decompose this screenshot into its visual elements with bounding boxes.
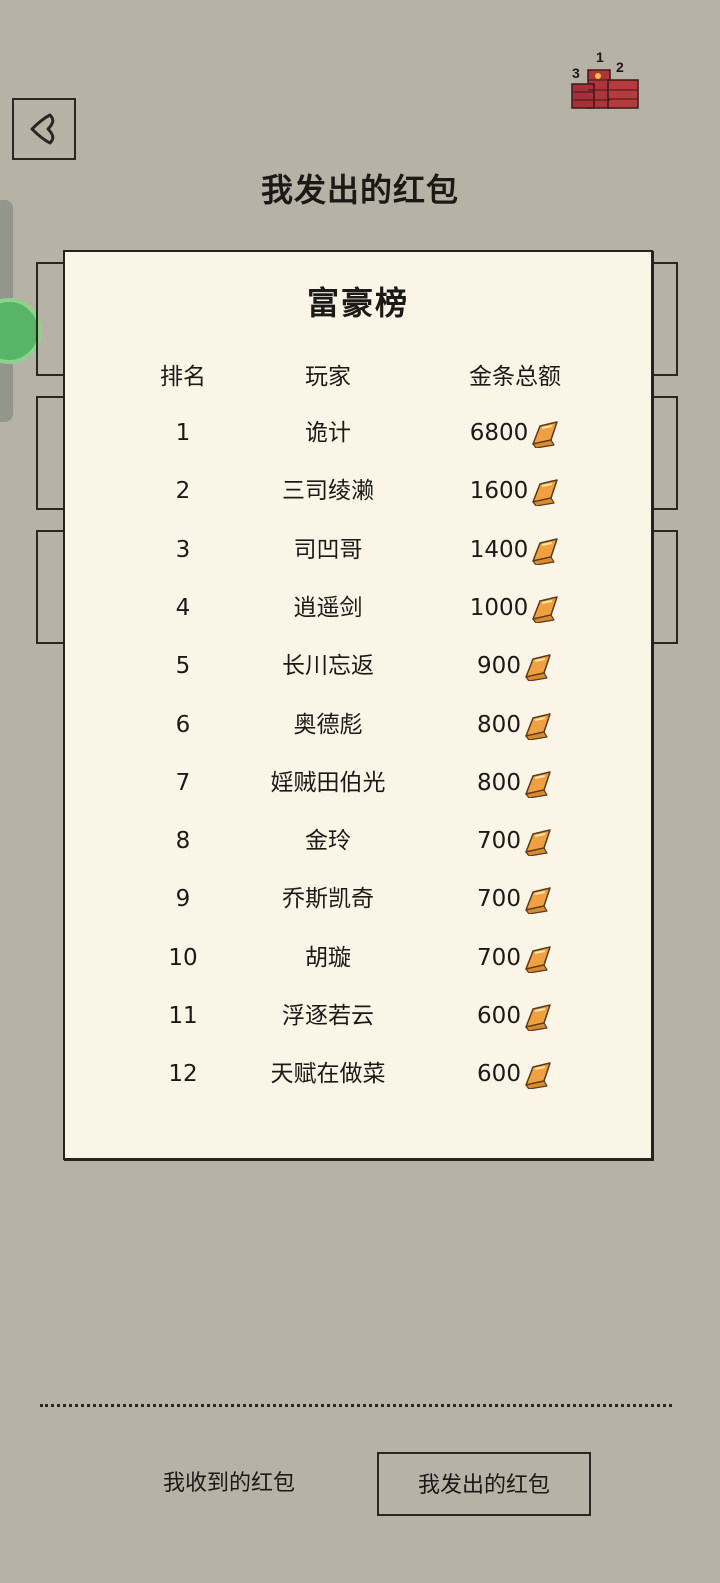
leaderboard-row: 2 三司绫濑 1600 xyxy=(65,471,651,511)
column-header-rank: 排名 xyxy=(160,364,206,390)
column-header-amount: 金条总额 xyxy=(469,364,561,390)
leaderboard-row: 5 长川忘返 900 xyxy=(65,646,651,686)
gold-bar-icon xyxy=(532,421,559,448)
row-rank: 4 xyxy=(175,594,191,621)
row-amount-cell: 1600 xyxy=(445,471,585,511)
row-player-name: 浮逐若云 xyxy=(282,1003,374,1029)
gold-bar-icon xyxy=(525,654,551,682)
row-rank: 5 xyxy=(175,653,191,680)
row-rank: 1 xyxy=(175,420,191,446)
row-rank: 8 xyxy=(175,828,191,855)
leaderboard-row: 1 诡计 6800 xyxy=(65,413,651,453)
row-amount-cell: 700 xyxy=(445,879,585,919)
row-gold-amount: 900 xyxy=(477,653,521,680)
row-gold-amount: 800 xyxy=(477,711,521,738)
leaderboard-row: 9 乔斯凯奇 700 xyxy=(65,879,651,919)
row-amount-cell: 600 xyxy=(445,1054,585,1094)
row-gold-amount: 800 xyxy=(477,769,521,796)
chevron-left-icon xyxy=(30,113,55,145)
gold-bar-icon xyxy=(532,479,559,507)
row-player-name: 胡璇 xyxy=(305,944,351,971)
leaderboard-panel: 富豪榜 排名 玩家 金条总额 1 诡计 6800 2 三司绫濑 1600 3 司凹哥 1400 4… xyxy=(63,250,653,1160)
row-rank: 6 xyxy=(175,711,191,738)
row-gold-amount: 1400 xyxy=(469,536,529,563)
ranking-podium-icon[interactable]: 3 1 2 xyxy=(568,46,650,114)
bottom-divider xyxy=(40,1404,672,1407)
leaderboard-row: 4 逍遥剑 1000 xyxy=(65,588,651,628)
leaderboard-header-row: 排名 玩家 金条总额 xyxy=(65,357,651,397)
row-amount-cell: 900 xyxy=(445,646,585,686)
tab-received-red-packets[interactable]: 我收到的红包 xyxy=(122,1452,336,1516)
row-player-name: 逍遥剑 xyxy=(293,594,363,621)
row-rank: 7 xyxy=(175,769,191,796)
row-rank: 9 xyxy=(175,886,191,913)
row-rank: 11 xyxy=(168,1003,198,1029)
column-header-player: 玩家 xyxy=(305,364,351,390)
floating-badge-label: 4399 xyxy=(0,314,2,348)
row-amount-cell: 6800 xyxy=(445,413,585,453)
row-gold-amount: 700 xyxy=(477,886,521,913)
row-player-name: 诡计 xyxy=(305,420,351,446)
gold-bar-icon xyxy=(525,712,551,740)
row-amount-cell: 1400 xyxy=(445,530,585,570)
row-player-name: 司凹哥 xyxy=(293,536,363,563)
leaderboard-row: 12 天赋在做菜 600 xyxy=(65,1054,651,1094)
row-amount-cell: 700 xyxy=(445,821,585,861)
row-amount-cell: 800 xyxy=(445,705,585,745)
row-gold-amount: 1600 xyxy=(469,478,529,505)
row-player-name: 奥德彪 xyxy=(293,711,363,738)
row-gold-amount: 700 xyxy=(477,828,521,855)
back-button[interactable] xyxy=(12,98,76,160)
page-title: 我发出的红包 xyxy=(260,171,459,209)
gold-bar-icon xyxy=(525,1062,551,1090)
leaderboard-row: 11 浮逐若云 600 xyxy=(65,996,651,1036)
row-rank: 12 xyxy=(168,1061,198,1088)
row-player-name: 三司绫濑 xyxy=(282,478,374,505)
leaderboard-row: 7 婬贼田伯光 800 xyxy=(65,763,651,803)
row-gold-amount: 600 xyxy=(477,1061,521,1088)
leaderboard-row: 6 奥德彪 800 xyxy=(65,705,651,745)
row-player-name: 长川忘返 xyxy=(282,653,374,680)
gold-bar-icon xyxy=(525,1004,551,1031)
row-gold-amount: 1000 xyxy=(469,594,529,621)
row-gold-amount: 6800 xyxy=(469,420,529,446)
gold-bar-icon xyxy=(525,829,551,857)
gold-bar-icon xyxy=(532,596,559,623)
leaderboard-row: 3 司凹哥 1400 xyxy=(65,530,651,570)
gold-bar-icon xyxy=(525,945,551,973)
row-amount-cell: 600 xyxy=(445,996,585,1036)
gold-bar-icon xyxy=(532,537,559,565)
leaderboard-row: 8 金玲 700 xyxy=(65,821,651,861)
leaderboard-title: 富豪榜 xyxy=(306,284,409,322)
row-gold-amount: 700 xyxy=(477,944,521,971)
row-rank: 2 xyxy=(175,478,191,505)
leaderboard-row: 10 胡璇 700 xyxy=(65,938,651,978)
row-player-name: 金玲 xyxy=(305,828,351,855)
row-player-name: 乔斯凯奇 xyxy=(282,886,374,913)
row-player-name: 天赋在做菜 xyxy=(270,1061,386,1088)
row-gold-amount: 600 xyxy=(477,1003,521,1029)
row-rank: 3 xyxy=(175,536,191,563)
row-amount-cell: 1000 xyxy=(445,588,585,628)
gold-bar-icon xyxy=(525,887,551,915)
podium-number-2: 2 xyxy=(616,59,624,75)
row-player-name: 婬贼田伯光 xyxy=(270,769,386,796)
podium-number-1: 1 xyxy=(596,49,604,65)
row-amount-cell: 800 xyxy=(445,763,585,803)
podium-number-3: 3 xyxy=(572,65,580,81)
gold-bar-icon xyxy=(525,771,551,798)
row-rank: 10 xyxy=(168,944,198,971)
row-amount-cell: 700 xyxy=(445,938,585,978)
tab-sent-red-packets[interactable]: 我发出的红包 xyxy=(377,1452,591,1516)
